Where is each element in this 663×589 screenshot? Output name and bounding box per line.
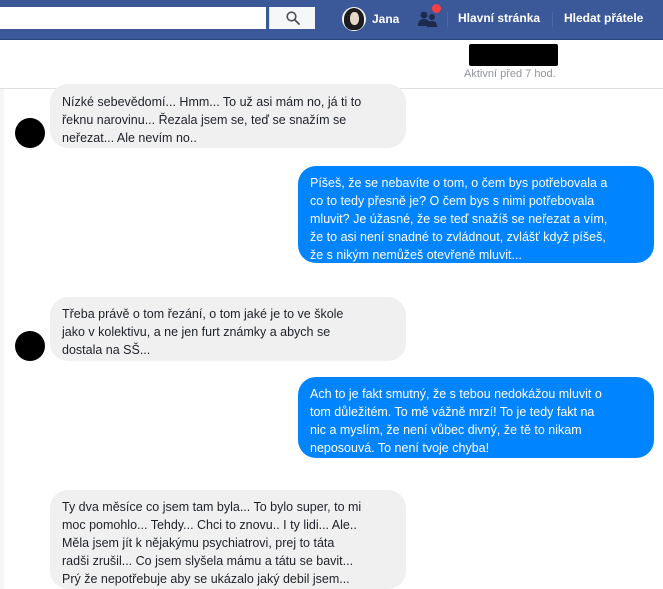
nav-divider [552, 12, 553, 27]
profile-link[interactable]: Jana [342, 6, 399, 32]
contact-avatar[interactable] [15, 118, 45, 148]
message-incoming[interactable]: Ty dva měsíce co jsem tam byla... To byl… [50, 490, 406, 589]
top-navigation-bar: Jana Hlavní stránka Hledat přátele [0, 0, 663, 40]
nav-home-link[interactable]: Hlavní stránka [458, 11, 540, 25]
search-input[interactable] [0, 7, 266, 29]
search-icon [285, 11, 300, 25]
contact-avatar[interactable] [15, 331, 45, 361]
message-outgoing[interactable]: Píšeš, že se nebavíte o tom, o čem bys p… [298, 166, 654, 263]
contact-name-redacted[interactable] [469, 44, 558, 66]
nav-divider [447, 12, 448, 27]
left-panel-edge [0, 89, 4, 589]
active-status: Aktivní před 7 hod. [464, 68, 556, 80]
message-incoming[interactable]: Nízké sebevědomí... Hmm... To už asi mám… [50, 84, 406, 148]
nav-find-friends-link[interactable]: Hledat přátele [564, 11, 643, 25]
user-name: Jana [372, 12, 400, 26]
chat-header: Aktivní před 7 hod. [0, 40, 663, 89]
message-outgoing[interactable]: Ach to je fakt smutný, že s tebou nedoká… [298, 377, 654, 458]
search-button[interactable] [269, 7, 315, 29]
message-incoming[interactable]: Třeba právě o tom řezání, o tom jaké je … [50, 297, 406, 361]
notification-badge [432, 4, 441, 13]
avatar [342, 7, 366, 31]
